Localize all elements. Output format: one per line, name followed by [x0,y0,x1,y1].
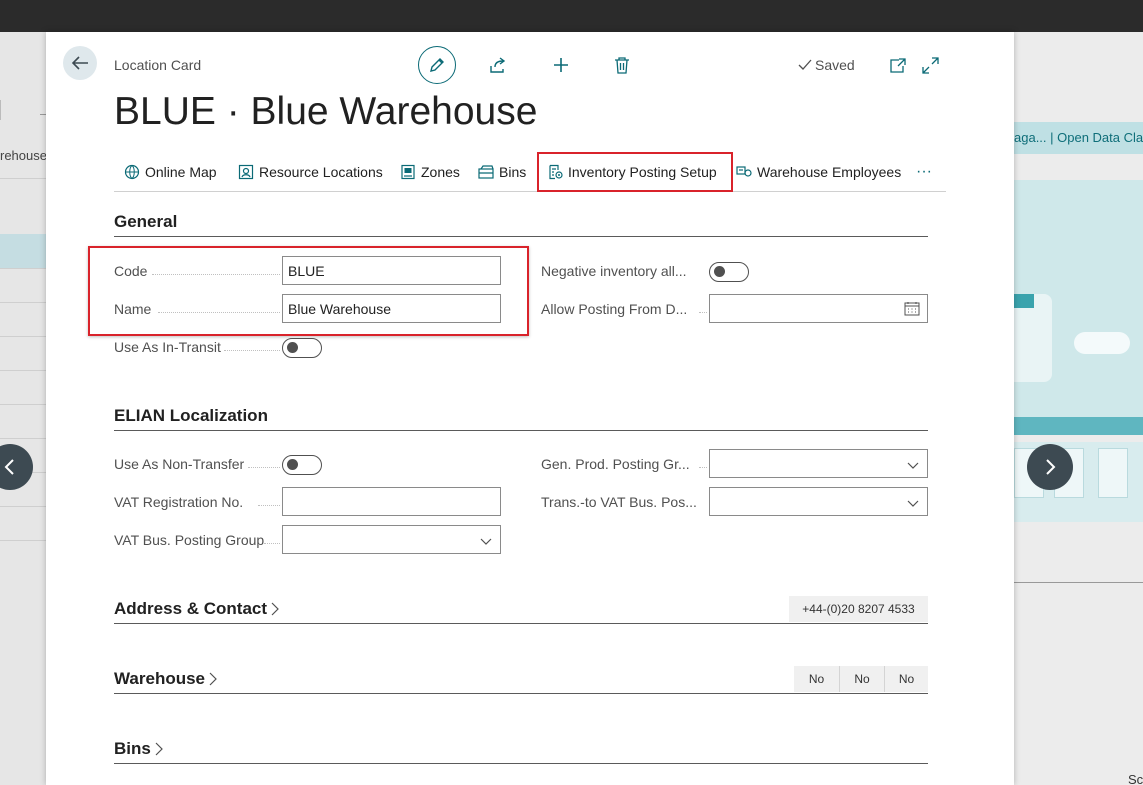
delete-button[interactable] [611,54,633,76]
action-label: Resource Locations [259,164,383,180]
phone-summary: +44-(0)20 8207 4533 [789,596,928,622]
chevron-down-icon [907,495,919,511]
action-zones[interactable]: Zones [400,161,460,183]
section-bins-title[interactable]: Bins [114,739,163,759]
name-field[interactable]: Blue Warehouse [282,294,501,323]
warehouse-summary-value: No [884,666,928,692]
vat-bus-posting-group-label: VAT Bus. Posting Group [114,532,265,548]
use-as-in-transit-label: Use As In-Transit [114,339,221,355]
arrow-left-icon [71,56,88,70]
allow-posting-from-label: Allow Posting From D... [541,301,688,317]
section-divider [114,693,928,694]
code-label: Code [114,263,148,279]
open-new-window-button[interactable] [886,54,908,76]
action-label: Online Map [145,164,217,180]
chevron-right-icon [209,672,217,686]
negative-inventory-toggle[interactable] [709,262,749,282]
background-left-text: rehouse [0,148,46,163]
warehouse-summary-value: No [839,666,884,692]
background-page-left: rehouse [0,32,46,785]
action-label: Bins [499,164,527,180]
section-divider [114,430,928,431]
action-bins[interactable]: Bins [478,161,526,183]
section-divider [114,763,928,764]
background-page-right: aga... | Open Data Cla Sc [1014,32,1143,785]
bins-icon [478,164,494,180]
section-elian-localization-title[interactable]: ELIAN Localization [114,406,268,426]
inventory-setup-icon [547,164,563,180]
gen-prod-posting-group-label: Gen. Prod. Posting Gr... [541,456,690,472]
chevron-right-icon [155,742,163,756]
code-field[interactable]: BLUE [282,256,501,285]
section-warehouse-title[interactable]: Warehouse [114,669,217,689]
action-label: Zones [421,164,460,180]
chevron-down-icon [907,457,919,473]
use-as-non-transfer-label: Use As Non-Transfer [114,456,245,472]
action-resource-locations[interactable]: Resource Locations [238,161,383,183]
top-bar [0,0,1143,32]
trans-to-vat-bus-posting-label: Trans.-to VAT Bus. Pos... [541,494,697,510]
allow-posting-from-field[interactable] [709,294,928,323]
expand-icon [921,56,939,74]
zones-icon [400,164,416,180]
gen-prod-posting-group-select[interactable] [709,449,928,478]
next-record-button[interactable] [1027,444,1073,490]
use-as-non-transfer-toggle[interactable] [282,455,322,475]
saved-label: Saved [815,57,855,73]
vat-bus-posting-group-select[interactable] [282,525,501,554]
expand-button[interactable] [919,54,941,76]
vat-registration-field[interactable] [282,487,501,516]
action-warehouse-employees[interactable]: Warehouse Employees [736,161,901,183]
action-bar: Online Map Resource Locations Zones Bins… [114,152,946,192]
chevron-right-icon [1046,459,1056,475]
action-label: Inventory Posting Setup [568,164,717,180]
open-in-new-window-icon [889,57,906,73]
section-general-title[interactable]: General [114,212,177,232]
action-online-map[interactable]: Online Map [124,161,217,183]
chevron-down-icon [480,533,492,549]
more-actions-button[interactable]: ··· [916,161,932,183]
use-as-in-transit-toggle[interactable] [282,338,322,358]
edit-button[interactable] [418,46,456,84]
trash-icon [615,57,629,74]
section-divider [114,623,928,624]
calendar-icon[interactable] [904,301,920,319]
share-button[interactable] [487,54,509,76]
back-button[interactable] [63,46,97,80]
resource-location-icon [238,164,254,180]
globe-icon [124,164,140,180]
pencil-icon [430,58,444,72]
trans-to-vat-bus-posting-select[interactable] [709,487,928,516]
plus-icon [554,58,568,72]
vat-registration-label: VAT Registration No. [114,494,244,510]
page-title: BLUE · Blue Warehouse [114,90,538,133]
new-button[interactable] [550,54,572,76]
saved-status: Saved [798,57,855,73]
location-card-panel: Location Card Saved BLUE · Blue Warehous… [46,32,1014,785]
share-icon [490,57,506,73]
chevron-right-icon [271,602,279,616]
background-open-data-link[interactable]: aga... | Open Data Cla [1014,130,1143,145]
negative-inventory-label: Negative inventory all... [541,263,687,279]
warehouse-summary-value: No [794,666,839,692]
action-label: Warehouse Employees [757,164,902,180]
action-inventory-posting-setup[interactable]: Inventory Posting Setup [537,152,733,192]
breadcrumb: Location Card [114,57,202,73]
section-divider [114,236,928,237]
checkmark-icon [798,59,812,70]
background-right-bottom-text: Sc [1128,772,1143,785]
section-address-contact-title[interactable]: Address & Contact [114,599,279,619]
chevron-left-icon [4,459,14,475]
name-label: Name [114,301,152,317]
employees-icon [736,164,752,180]
